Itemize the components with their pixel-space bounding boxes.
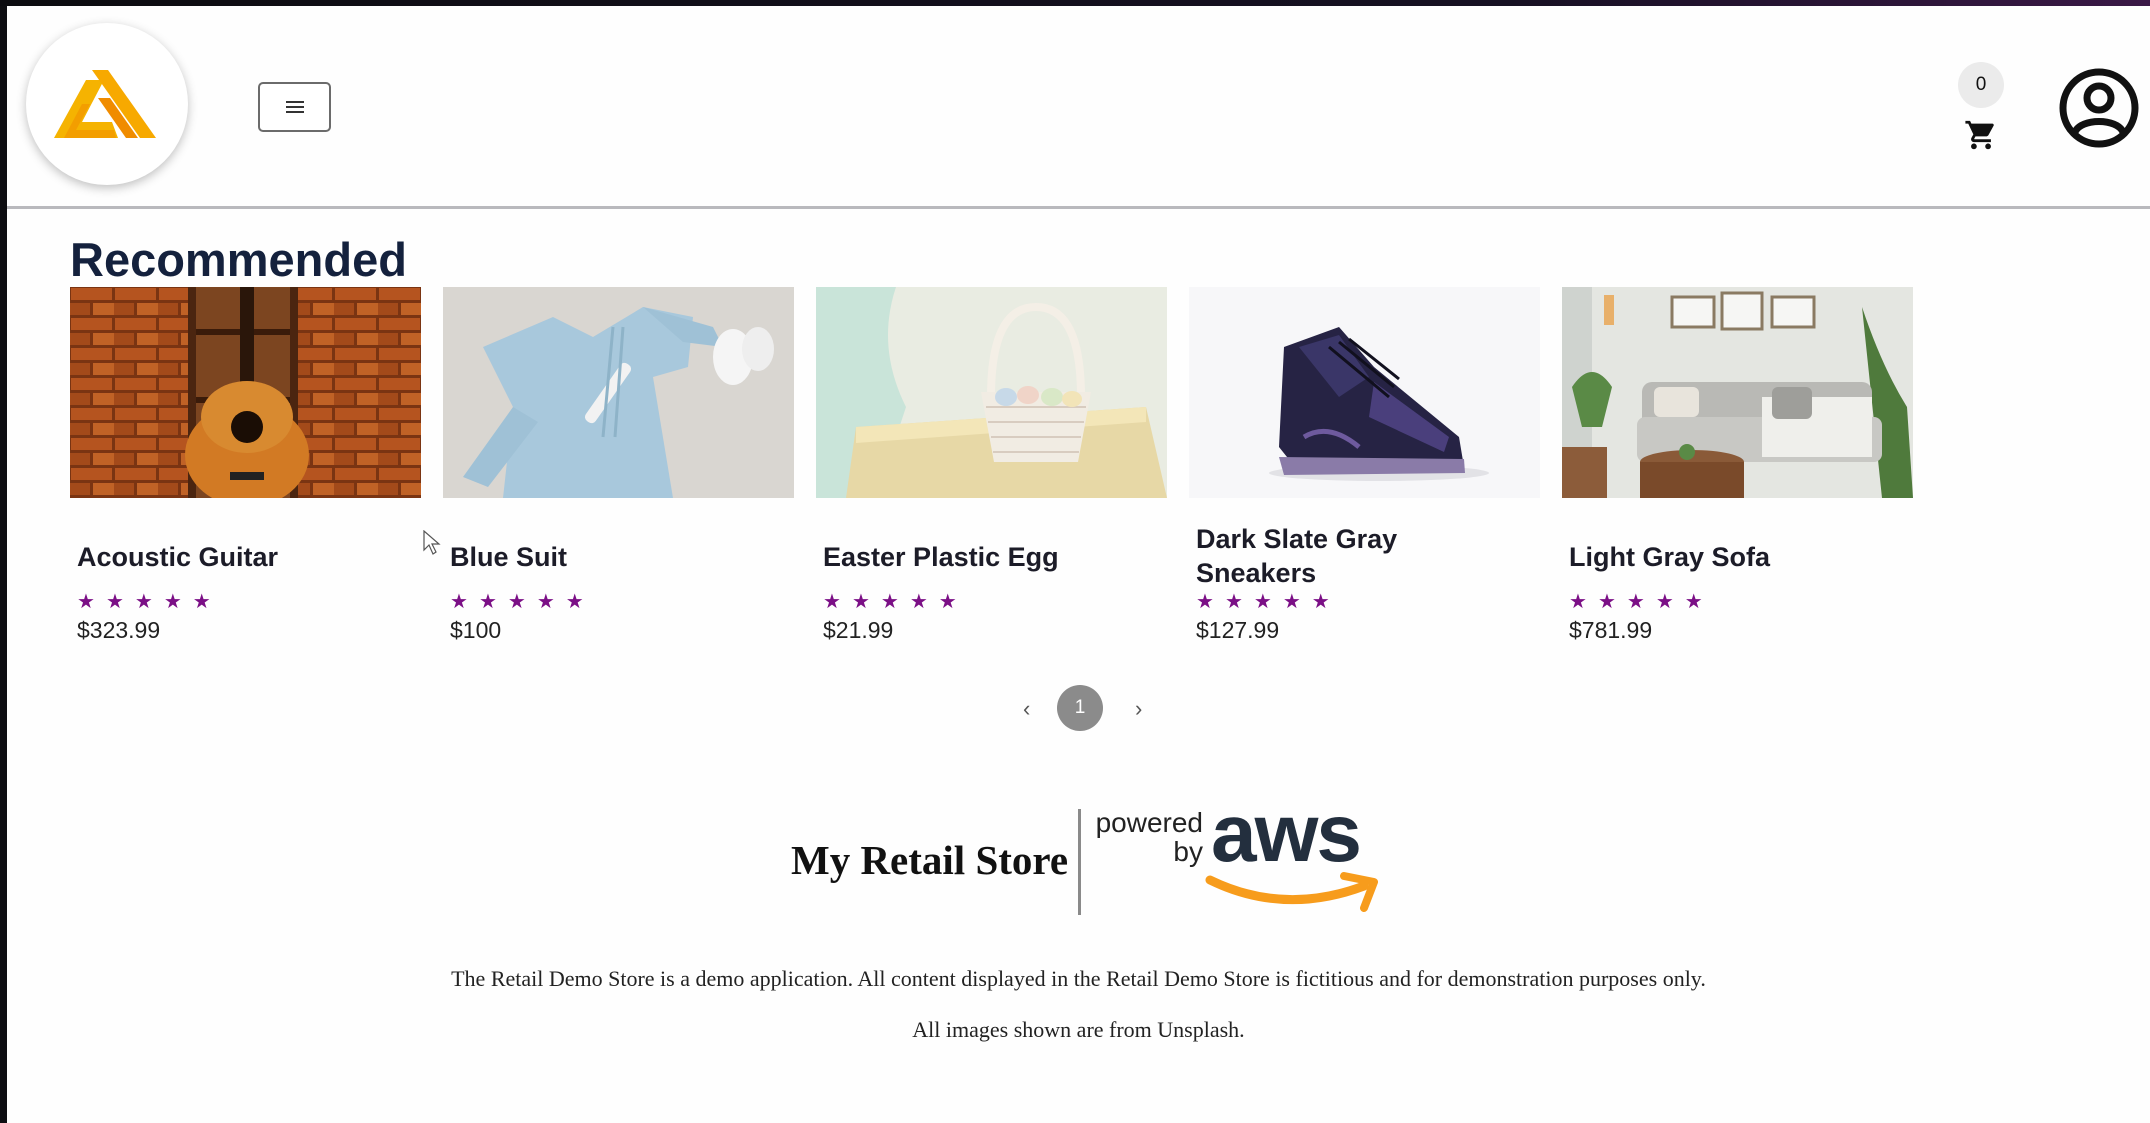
star-icon: ★ [163,591,182,613]
star-icon: ★ [909,591,928,613]
powered-by-text: powered by [1091,808,1203,866]
product-name[interactable]: Easter Plastic Egg [823,540,1143,574]
star-icon: ★ [77,591,95,613]
product-price: $100 [450,617,502,643]
footer-disclaimer: The Retail Demo Store is a demo applicat… [451,966,1706,991]
star-icon: ★ [1655,591,1674,613]
footer-image-credit: All images shown are from Unsplash. [912,1017,1245,1042]
product-card[interactable]: Acoustic Guitar ★ ★ ★ ★ ★ $323.99 [70,287,421,643]
star-icon: ★ [880,591,899,613]
star-icon: ★ [1597,591,1616,613]
product-rating: ★ ★ ★ ★ ★ [1196,591,1341,613]
store-page: 0 Recommended Acoustic Guitar ★ ★ ★ ★ ★ … [7,6,2150,1123]
store-logo[interactable] [26,23,188,185]
star-icon: ★ [938,591,957,613]
product-image[interactable] [1562,287,1913,498]
star-icon: ★ [1253,591,1272,613]
product-image[interactable] [1189,287,1540,498]
product-price: $781.99 [1569,617,1653,643]
star-icon: ★ [507,591,526,613]
mouse-cursor-icon [423,530,441,555]
star-icon: ★ [1196,591,1214,613]
hamburger-icon [285,101,304,113]
by-line: by [1173,836,1203,867]
star-icon: ★ [1224,591,1243,613]
chevron-right-icon[interactable]: › [1135,696,1142,722]
easter-basket-photo [816,287,1167,498]
star-icon: ★ [565,591,584,613]
blue-suit-photo [443,287,794,498]
product-name[interactable]: Light Gray Sofa [1569,540,1889,574]
aws-smile-icon [1205,872,1378,912]
product-price: $323.99 [77,617,161,643]
star-icon: ★ [478,591,497,613]
cart-count-badge[interactable]: 0 [1958,62,2004,108]
product-price: $21.99 [823,617,894,643]
chevron-left-icon[interactable]: ‹ [1023,696,1030,722]
product-card[interactable]: Easter Plastic Egg ★ ★ ★ ★ ★ $21.99 [816,287,1167,643]
product-card[interactable]: Light Gray Sofa ★ ★ ★ ★ ★ $781.99 [1562,287,1913,643]
product-rating: ★ ★ ★ ★ ★ [450,591,595,613]
user-account-icon[interactable] [2059,68,2139,148]
star-icon: ★ [192,591,211,613]
star-icon: ★ [450,591,468,613]
product-rating: ★ ★ ★ ★ ★ [823,591,968,613]
site-header: 0 [7,6,2150,209]
product-card[interactable]: Blue Suit ★ ★ ★ ★ ★ $100 [443,287,794,643]
product-name[interactable]: Acoustic Guitar [77,540,397,574]
product-image[interactable] [443,287,794,498]
star-icon: ★ [105,591,124,613]
star-icon: ★ [1569,591,1587,613]
star-icon: ★ [134,591,153,613]
star-icon: ★ [1626,591,1645,613]
product-name[interactable]: Blue Suit [450,540,770,574]
star-icon: ★ [536,591,555,613]
guitar-photo [70,287,421,498]
footer-store-name: My Retail Store [791,837,1069,883]
star-icon: ★ [1282,591,1301,613]
product-card[interactable]: Dark Slate Gray Sneakers ★ ★ ★ ★ ★ $127.… [1189,287,1540,643]
logo-mark-icon [54,70,156,138]
menu-button[interactable] [258,82,331,132]
sneakers-photo [1189,287,1540,498]
product-rating: ★ ★ ★ ★ ★ [77,591,222,613]
star-icon: ★ [1311,591,1330,613]
product-image[interactable] [70,287,421,498]
sofa-photo [1562,287,1913,498]
shopping-cart-icon[interactable] [1964,118,1998,152]
product-price: $127.99 [1196,617,1280,643]
product-name[interactable]: Dark Slate Gray Sneakers [1196,522,1516,590]
product-image[interactable] [816,287,1167,498]
star-icon: ★ [851,591,870,613]
page-1-button[interactable]: 1 [1057,685,1103,731]
star-icon: ★ [1684,591,1703,613]
star-icon: ★ [823,591,841,613]
recommended-heading: Recommended [70,233,407,286]
aws-logo-text: aws [1211,788,1362,879]
product-rating: ★ ★ ★ ★ ★ [1569,591,1714,613]
powered-line: powered [1095,807,1203,838]
footer-divider [1078,809,1081,915]
